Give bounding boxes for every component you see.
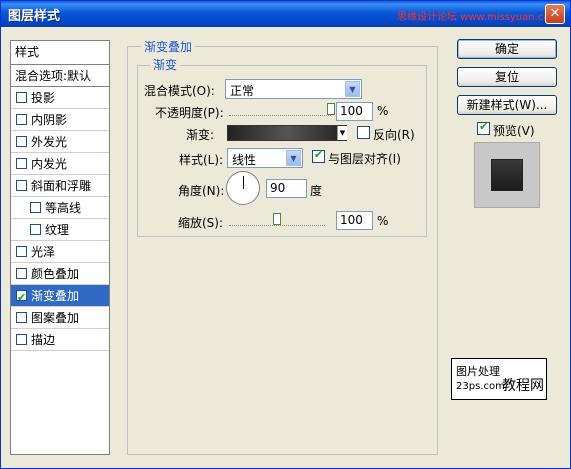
- style-checkbox[interactable]: [30, 224, 41, 235]
- blend-mode-label: 混合模式(O):: [144, 84, 215, 98]
- style-list-item-label: 内阴影: [31, 113, 68, 127]
- ok-button[interactable]: 确定: [457, 39, 557, 59]
- gradient-label: 渐变:: [186, 128, 215, 142]
- style-list-item-label: 斜面和浮雕: [31, 179, 92, 193]
- style-checkbox[interactable]: [16, 246, 27, 257]
- site-logo: 图片处理 23ps.com 教程网: [451, 358, 547, 400]
- style-list-item-label: 描边: [31, 333, 56, 347]
- chevron-down-icon: ▼: [345, 81, 360, 97]
- style-list-item[interactable]: 内阴影: [11, 109, 109, 131]
- logo-line1: 图片处理: [456, 365, 500, 378]
- scale-label: 缩放(S):: [178, 216, 224, 230]
- chevron-down-icon: ▼: [286, 150, 301, 166]
- gradient-picker[interactable]: [227, 125, 347, 141]
- angle-label: 角度(N):: [178, 184, 225, 198]
- gradient-subgroup-title: 渐变: [150, 56, 181, 73]
- style-list-item-label: 图案叠加: [31, 311, 80, 325]
- style-list-item-label: 光泽: [31, 245, 56, 259]
- reset-button[interactable]: 复位: [457, 67, 557, 87]
- logo-big-text: 教程网: [502, 378, 544, 394]
- angle-dial[interactable]: [226, 171, 260, 205]
- style-list-item-label: 外发光: [31, 135, 68, 149]
- check-icon: ✔: [314, 148, 324, 161]
- opacity-input[interactable]: 100: [336, 102, 373, 121]
- style-checkbox[interactable]: [16, 312, 27, 323]
- blend-options-item[interactable]: 混合选项:默认: [11, 65, 109, 87]
- style-checkbox[interactable]: [16, 334, 27, 345]
- logo-line2: 23ps.com: [456, 381, 505, 392]
- blend-mode-value: 正常: [230, 84, 255, 98]
- gradient-dropdown-icon[interactable]: ▼: [337, 126, 347, 140]
- style-list-item[interactable]: 描边: [11, 329, 109, 351]
- style-list-item-label: 渐变叠加: [31, 289, 80, 303]
- style-list-item[interactable]: 内发光: [11, 153, 109, 175]
- check-icon: ✔: [479, 120, 489, 133]
- opacity-slider-thumb[interactable]: [327, 103, 335, 115]
- style-preview-thumbnail: [474, 142, 540, 208]
- new-style-button[interactable]: 新建样式(W)...: [457, 95, 557, 115]
- opacity-slider-track[interactable]: [229, 115, 331, 116]
- style-list-item[interactable]: 投影: [11, 87, 109, 109]
- title-bar[interactable]: 图层样式 思缘设计论坛 www.missyuan.com ✕: [1, 1, 570, 27]
- style-list-item[interactable]: 图案叠加: [11, 307, 109, 329]
- style-list-item-label: 纹理: [45, 223, 70, 237]
- style-list-item-label: 等高线: [45, 201, 82, 215]
- angle-unit: 度: [310, 184, 323, 198]
- style-list-item-label: 内发光: [31, 157, 68, 171]
- reverse-label: 反向(R): [373, 128, 415, 142]
- style-list-item[interactable]: 外发光: [11, 131, 109, 153]
- style-list-item-label: 投影: [31, 91, 56, 105]
- opacity-label: 不透明度(P):: [155, 106, 224, 120]
- style-checkbox[interactable]: [16, 268, 27, 279]
- style-list-item[interactable]: ✔ 渐变叠加: [11, 285, 109, 307]
- preview-label: 预览(V): [493, 124, 535, 138]
- watermark-text: 思缘设计论坛 www.missyuan.com: [397, 12, 560, 23]
- style-checkbox[interactable]: [16, 136, 27, 147]
- gradient-style-select[interactable]: 线性 ▼: [227, 148, 303, 168]
- angle-input[interactable]: 90: [266, 179, 307, 198]
- preview-checkbox[interactable]: ✔: [477, 120, 490, 135]
- blend-mode-select[interactable]: 正常 ▼: [225, 79, 362, 99]
- align-with-layer-label: 与图层对齐(I): [328, 152, 401, 166]
- style-checkbox[interactable]: [16, 114, 27, 125]
- close-button[interactable]: ✕: [545, 4, 565, 24]
- style-list-item[interactable]: 颜色叠加: [11, 263, 109, 285]
- scale-slider-thumb[interactable]: [273, 213, 281, 225]
- preview-swatch: [491, 159, 523, 191]
- style-label: 样式(L):: [179, 153, 224, 167]
- style-checkbox[interactable]: [16, 158, 27, 169]
- style-list-header: 样式: [11, 41, 109, 65]
- reverse-checkbox[interactable]: [357, 126, 370, 139]
- angle-needle: [243, 176, 244, 189]
- gradient-overlay-group-title: 渐变叠加: [141, 38, 196, 55]
- scale-input[interactable]: 100: [336, 211, 373, 230]
- style-list-item-label: 颜色叠加: [31, 267, 80, 281]
- style-list-item[interactable]: 光泽: [11, 241, 109, 263]
- gradient-style-value: 线性: [232, 153, 257, 167]
- style-checkbox[interactable]: [16, 92, 27, 103]
- style-list: 样式 混合选项:默认 投影内阴影外发光内发光斜面和浮雕等高线纹理光泽颜色叠加 ✔ 渐…: [10, 40, 110, 455]
- opacity-unit: %: [377, 104, 389, 118]
- scale-slider-track[interactable]: [229, 225, 325, 226]
- align-with-layer-checkbox[interactable]: ✔: [312, 148, 325, 163]
- style-list-item[interactable]: 斜面和浮雕: [11, 175, 109, 197]
- window-title: 图层样式: [8, 9, 61, 24]
- scale-unit: %: [377, 214, 389, 228]
- style-checkbox[interactable]: [16, 180, 27, 191]
- style-checkbox[interactable]: [30, 202, 41, 213]
- style-checkbox[interactable]: ✔: [16, 290, 27, 304]
- check-icon: ✔: [17, 291, 27, 304]
- style-list-item[interactable]: 等高线: [11, 197, 109, 219]
- style-list-item[interactable]: 纹理: [11, 219, 109, 241]
